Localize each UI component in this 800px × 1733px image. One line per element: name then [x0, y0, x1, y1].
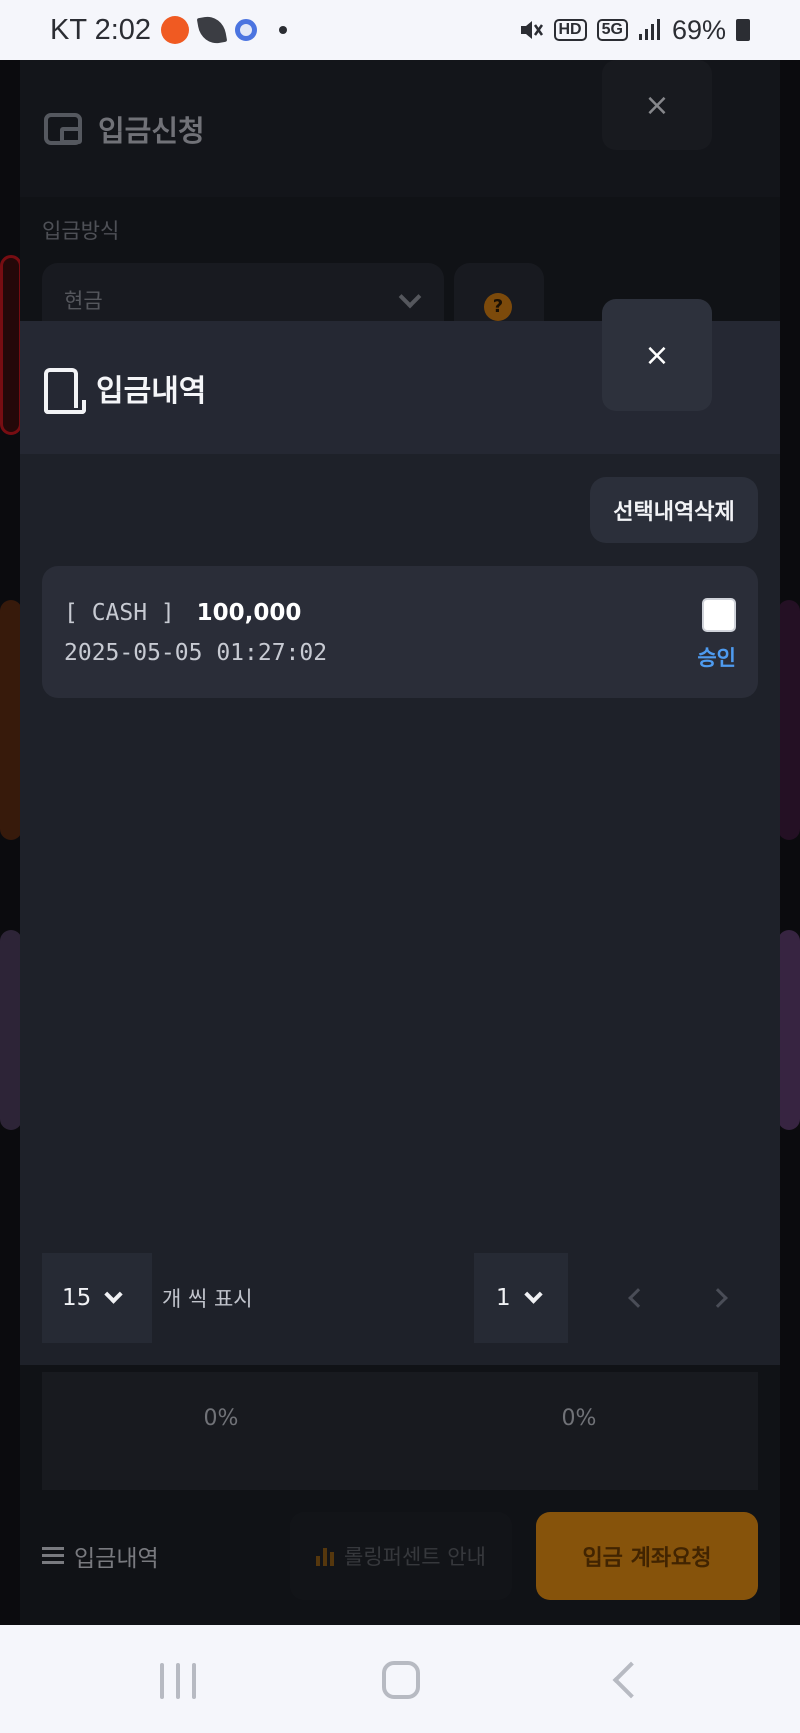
mute-icon [520, 21, 543, 39]
entry-method: [ CASH ] [64, 600, 175, 626]
delete-selected-button[interactable]: 선택내역삭제 [590, 477, 758, 543]
per-page-value: 15 [62, 1285, 92, 1311]
back-button[interactable] [612, 1661, 650, 1699]
battery-percent: 69% [671, 14, 726, 45]
deposit-history-close-button[interactable]: × [602, 299, 712, 411]
per-page-label: 개 씩 표시 [162, 1287, 253, 1311]
browser-notification-icon [235, 19, 258, 41]
chevron-right-icon [708, 1288, 728, 1308]
per-page-select[interactable]: 15 [42, 1253, 152, 1343]
chevron-down-icon [523, 1284, 543, 1304]
home-button[interactable] [382, 1661, 420, 1699]
prev-page-button[interactable] [608, 1253, 668, 1343]
entry-select-checkbox[interactable] [702, 598, 736, 632]
carrier-time: KT 2:02 [50, 13, 152, 46]
deposit-history-header: 입금내역 × [20, 299, 780, 454]
entry-status: 승인 [697, 646, 736, 670]
history-entry: [ CASH ] 100,000 2025-05-05 01:27:02 승인 [42, 566, 758, 698]
signal-icon [638, 19, 660, 40]
receipt-icon [44, 367, 86, 414]
network-5g-icon: 5G [596, 19, 628, 41]
system-nav-bar [0, 1625, 800, 1733]
page-select[interactable]: 1 [474, 1253, 568, 1343]
next-page-button[interactable] [688, 1253, 748, 1343]
chevron-left-icon [628, 1288, 648, 1308]
status-bar: KT 2:02 HD 5G 69% [0, 0, 800, 60]
leaf-notification-icon [196, 13, 228, 47]
pagination-bar: 15 개 씩 표시 1 [42, 1253, 758, 1343]
hd-voice-icon: HD [553, 19, 587, 41]
deposit-history-modal: 입금내역 × 선택내역삭제 [ CASH ] 100,000 2025-05-0… [20, 299, 780, 1365]
app-notification-icon [161, 16, 190, 44]
battery-icon [736, 19, 750, 41]
deposit-history-title: 입금내역 [96, 373, 207, 409]
chevron-down-icon [104, 1284, 123, 1304]
page-value: 1 [496, 1285, 511, 1311]
entry-summary: [ CASH ] 100,000 [64, 600, 301, 626]
recent-apps-button[interactable] [160, 1663, 196, 1699]
entry-datetime: 2025-05-05 01:27:02 [64, 640, 328, 666]
more-notifications-icon [279, 26, 288, 34]
entry-amount: 100,000 [196, 600, 302, 626]
